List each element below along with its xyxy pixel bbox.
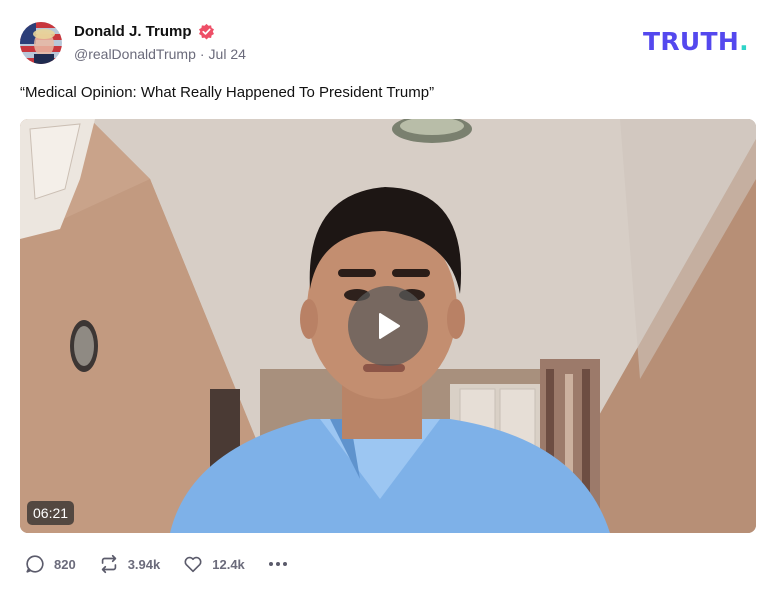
reply-button[interactable]: 820 xyxy=(24,553,76,575)
post-text: “Medical Opinion: What Really Happened T… xyxy=(20,84,435,101)
meta-separator: · xyxy=(199,46,205,62)
video-duration: 06:21 xyxy=(27,501,75,525)
flag-portrait-image xyxy=(20,22,62,64)
author-meta: @realDonaldTrump · Jul 24 xyxy=(74,46,246,62)
author-name-text[interactable]: Donald J. Trump xyxy=(74,23,192,40)
video-player[interactable]: 06:21 xyxy=(20,119,756,533)
post-date[interactable]: Jul 24 xyxy=(209,46,246,62)
author-name[interactable]: Donald J. Trump xyxy=(74,23,215,40)
play-button[interactable] xyxy=(348,286,428,366)
truth-logo[interactable]: TRUTH. xyxy=(643,28,757,56)
author-handle[interactable]: @realDonaldTrump xyxy=(74,46,196,62)
retruth-count: 3.94k xyxy=(127,556,161,572)
like-button[interactable]: 12.4k xyxy=(182,553,245,575)
reply-count: 820 xyxy=(54,556,76,572)
logo-dot: . xyxy=(739,27,749,56)
verified-badge-icon xyxy=(198,23,214,40)
author-avatar[interactable] xyxy=(20,22,62,64)
retruth-icon xyxy=(101,554,116,574)
more-options-button[interactable] xyxy=(267,553,289,575)
logo-text: TRUTH xyxy=(643,27,740,56)
like-count: 12.4k xyxy=(212,556,245,572)
reply-icon xyxy=(26,555,44,573)
retruth-button[interactable]: 3.94k xyxy=(98,553,161,575)
post-actions: 820 3.94k 12.4k xyxy=(24,553,289,575)
more-icon xyxy=(268,562,287,566)
heart-icon xyxy=(184,556,202,573)
play-icon xyxy=(379,313,400,339)
truth-post: Donald J. Trump @realDonaldTrump · Jul 2… xyxy=(0,0,777,595)
